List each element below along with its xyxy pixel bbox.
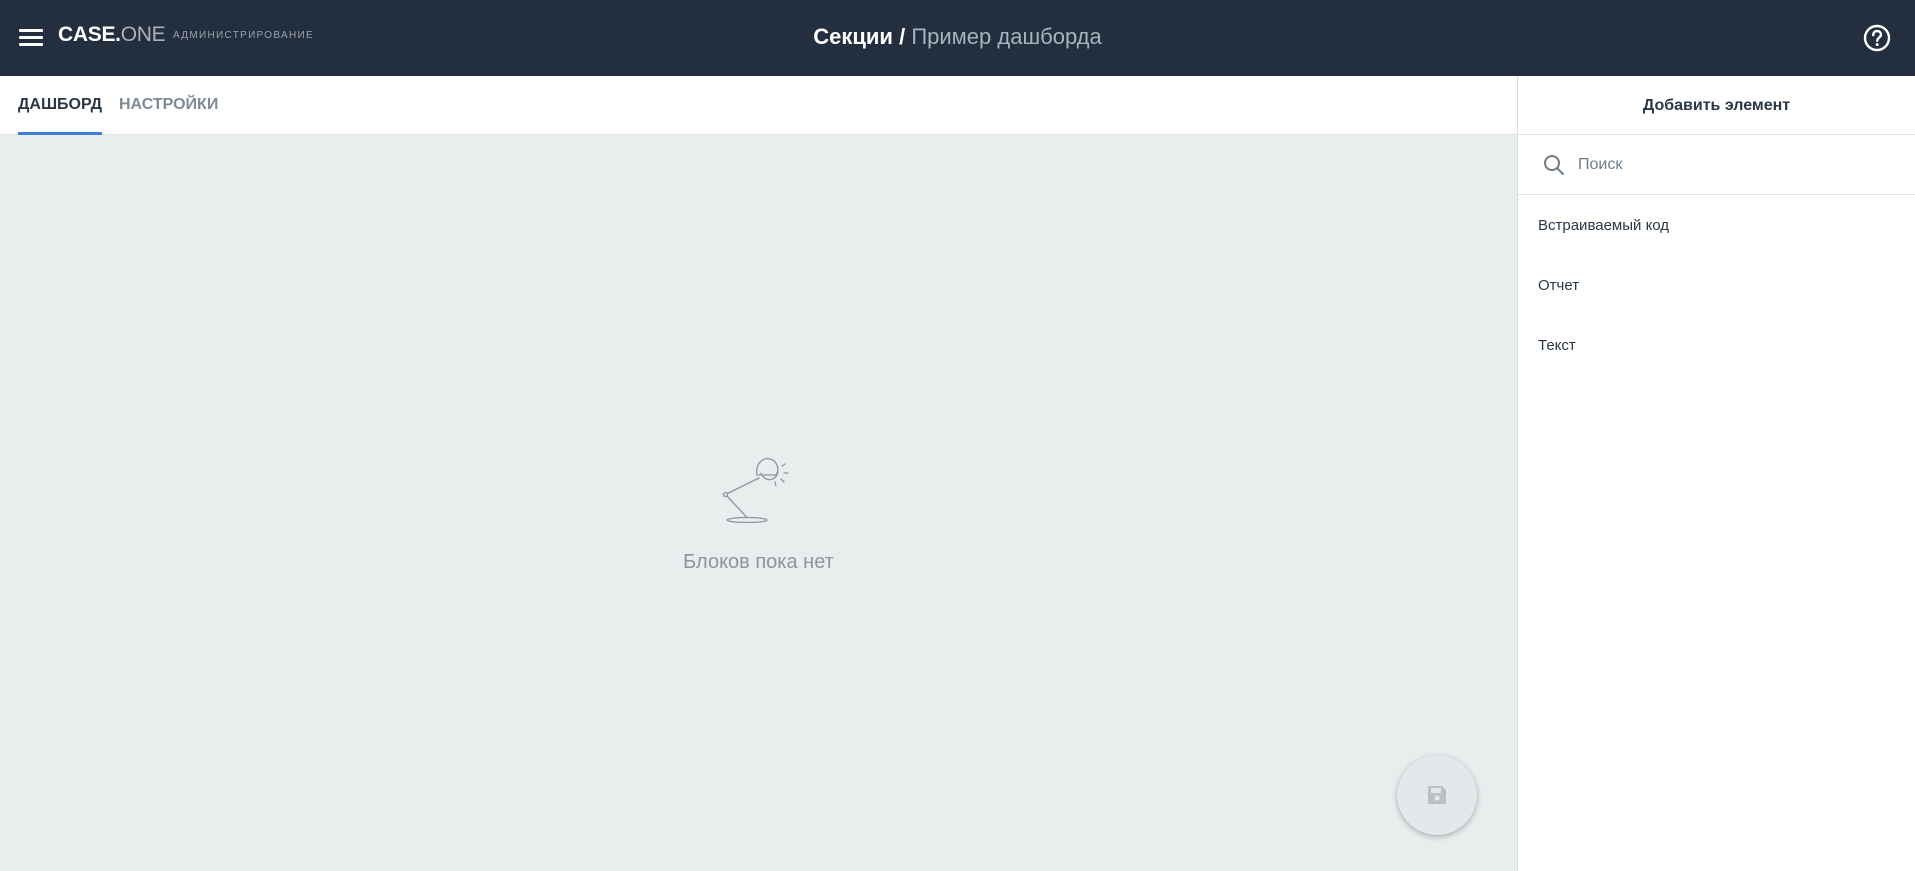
top-app-bar: CASE.ONE АДМИНИСТРИРОВАНИЕ Секции / Прим… <box>0 0 1915 76</box>
list-item-report[interactable]: Отчет <box>1518 256 1915 316</box>
list-item-embed-code[interactable]: Встраиваемый код <box>1518 196 1915 256</box>
search-icon <box>1542 153 1566 177</box>
help-circle-icon[interactable] <box>1862 23 1892 53</box>
breadcrumb: Секции / Пример дашборда <box>0 24 1915 50</box>
dashboard-canvas: Блоков пока нет <box>0 135 1517 871</box>
element-list: Встраиваемый код Отчет Текст <box>1518 196 1915 376</box>
search-input[interactable] <box>1578 149 1898 181</box>
add-element-panel: Добавить элемент Встраиваемый код Отчет … <box>1517 76 1915 871</box>
panel-title: Добавить элемент <box>1518 76 1915 135</box>
breadcrumb-separator: / <box>899 24 906 49</box>
tab-settings[interactable]: НАСТРОЙКИ <box>119 76 218 135</box>
desk-lamp-icon <box>714 445 802 524</box>
tab-dashboard[interactable]: ДАШБОРД <box>18 76 103 136</box>
tab-bar: ДАШБОРД НАСТРОЙКИ <box>0 76 1517 136</box>
save-icon <box>1428 786 1446 804</box>
list-item-text[interactable]: Текст <box>1518 316 1915 376</box>
search-bar <box>1518 135 1915 195</box>
breadcrumb-current: Пример дашборда <box>911 24 1102 49</box>
save-button[interactable] <box>1397 755 1477 835</box>
empty-state-message: Блоков пока нет <box>683 551 834 573</box>
breadcrumb-parent[interactable]: Секции <box>813 24 893 49</box>
